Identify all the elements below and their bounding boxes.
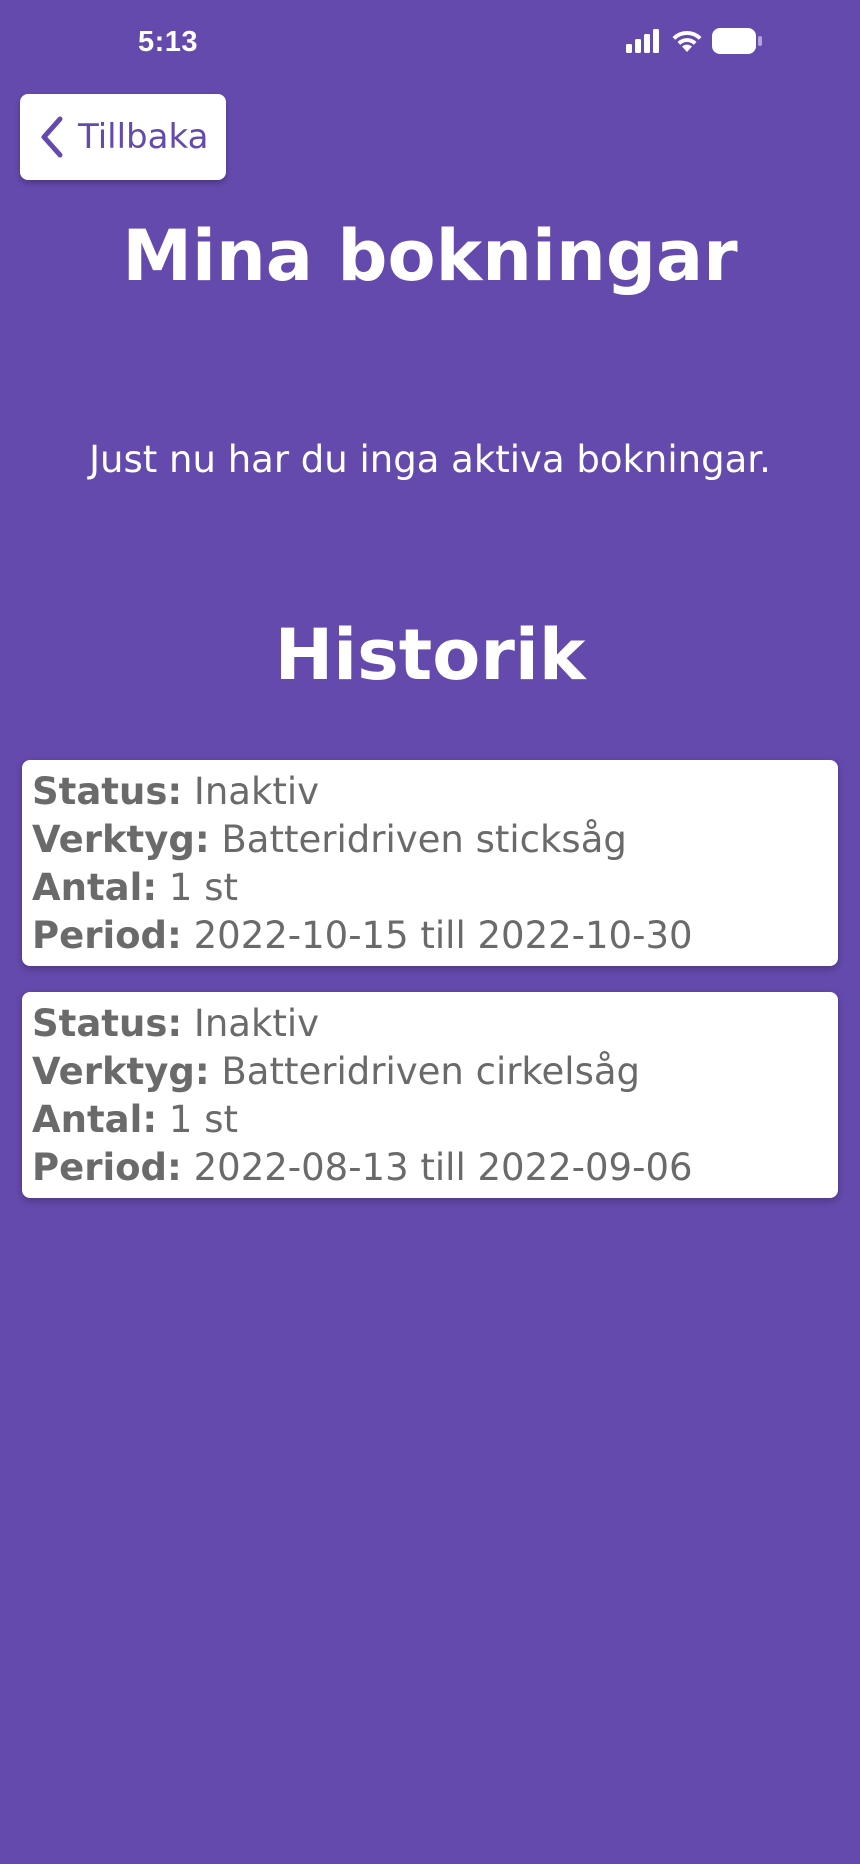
count-value: 1 st <box>168 1098 238 1141</box>
booking-status-row: Status: Inaktiv <box>32 1000 828 1048</box>
signal-icon <box>626 29 659 53</box>
back-button[interactable]: Tillbaka <box>20 94 226 180</box>
booking-period-row: Period: 2022-08-13 till 2022-09-06 <box>32 1144 828 1192</box>
status-value: Inaktiv <box>193 770 320 813</box>
count-value: 1 st <box>168 866 238 909</box>
booking-count-row: Antal: 1 st <box>32 864 828 912</box>
back-button-label: Tillbaka <box>78 117 209 157</box>
tool-value: Batteridriven cirkelsåg <box>221 1050 641 1093</box>
period-value: 2022-08-13 till 2022-09-06 <box>193 1146 693 1189</box>
count-key: Antal: <box>32 866 158 909</box>
booking-tool-row: Verktyg: Batteridriven cirkelsåg <box>32 1048 828 1096</box>
history-title: Historik <box>274 614 586 696</box>
status-key: Status: <box>32 770 183 813</box>
period-key: Period: <box>32 1146 182 1189</box>
status-bar: 5:13 <box>0 0 860 90</box>
chevron-left-icon <box>41 116 63 158</box>
page-title: Mina bokningar <box>122 215 738 297</box>
status-icons <box>626 28 762 54</box>
no-active-bookings-message: Just nu har du inga aktiva bokningar. <box>89 438 771 481</box>
period-key: Period: <box>32 914 182 957</box>
booking-card: Status: Inaktiv Verktyg: Batteridriven s… <box>22 760 838 966</box>
period-value: 2022-10-15 till 2022-10-30 <box>193 914 693 957</box>
tool-value: Batteridriven sticksåg <box>221 818 627 861</box>
tool-key: Verktyg: <box>32 818 210 861</box>
battery-icon <box>712 28 762 54</box>
booking-tool-row: Verktyg: Batteridriven sticksåg <box>32 816 828 864</box>
booking-count-row: Antal: 1 st <box>32 1096 828 1144</box>
wifi-icon <box>672 30 702 52</box>
status-value: Inaktiv <box>193 1002 320 1045</box>
tool-key: Verktyg: <box>32 1050 210 1093</box>
status-key: Status: <box>32 1002 183 1045</box>
count-key: Antal: <box>32 1098 158 1141</box>
booking-period-row: Period: 2022-10-15 till 2022-10-30 <box>32 912 828 960</box>
booking-card: Status: Inaktiv Verktyg: Batteridriven c… <box>22 992 838 1198</box>
booking-history-list: Status: Inaktiv Verktyg: Batteridriven s… <box>22 760 838 1224</box>
status-time: 5:13 <box>138 26 199 58</box>
booking-status-row: Status: Inaktiv <box>32 768 828 816</box>
